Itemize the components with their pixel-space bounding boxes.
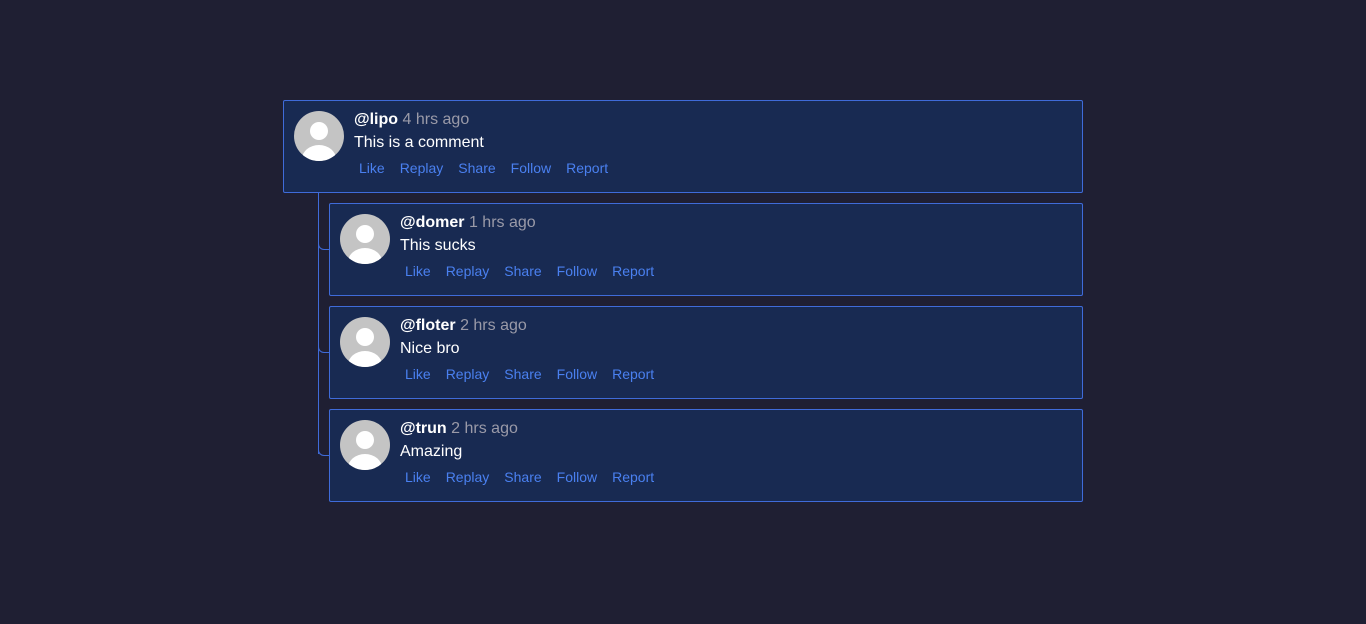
thread-branch-connector <box>318 343 329 353</box>
comment-thread: @lipo 4 hrs ago This is a comment Like R… <box>283 100 1083 502</box>
avatar-icon[interactable] <box>340 420 390 470</box>
timestamp: 4 hrs ago <box>402 111 470 128</box>
comment-actions: Like Replay Share Follow Report <box>400 366 1072 382</box>
share-button[interactable]: Share <box>499 366 546 382</box>
comment-actions: Like Replay Share Follow Report <box>400 263 1072 279</box>
report-button[interactable]: Report <box>561 160 613 176</box>
comment-actions: Like Replay Share Follow Report <box>400 469 1072 485</box>
reply-button[interactable]: Replay <box>395 160 449 176</box>
report-button[interactable]: Report <box>607 263 659 279</box>
username[interactable]: @floter <box>400 317 456 334</box>
like-button[interactable]: Like <box>400 263 436 279</box>
username[interactable]: @trun <box>400 420 447 437</box>
comment-meta: @lipo 4 hrs ago <box>354 111 1072 129</box>
timestamp: 2 hrs ago <box>460 317 527 334</box>
follow-button[interactable]: Follow <box>552 263 602 279</box>
thread-branch-connector <box>318 446 329 456</box>
comment-text: This sucks <box>400 237 476 254</box>
avatar-icon[interactable] <box>340 317 390 367</box>
timestamp: 2 hrs ago <box>451 420 518 437</box>
reply-card: @floter 2 hrs ago Nice bro Like Replay S… <box>329 306 1083 399</box>
share-button[interactable]: Share <box>499 263 546 279</box>
report-button[interactable]: Report <box>607 366 659 382</box>
reply-button[interactable]: Replay <box>441 469 495 485</box>
comment-card: @lipo 4 hrs ago This is a comment Like R… <box>283 100 1083 193</box>
reply-card: @domer 1 hrs ago This sucks Like Replay … <box>329 203 1083 296</box>
follow-button[interactable]: Follow <box>552 469 602 485</box>
thread-connector-line <box>318 192 319 454</box>
avatar-icon[interactable] <box>294 111 344 161</box>
comment-meta: @trun 2 hrs ago <box>400 420 1072 438</box>
username[interactable]: @lipo <box>354 111 398 128</box>
timestamp: 1 hrs ago <box>468 214 536 231</box>
follow-button[interactable]: Follow <box>506 160 556 176</box>
share-button[interactable]: Share <box>499 469 546 485</box>
report-button[interactable]: Report <box>607 469 659 485</box>
reply-button[interactable]: Replay <box>441 263 495 279</box>
thread-branch-connector <box>318 240 329 250</box>
comment-actions: Like Replay Share Follow Report <box>354 160 1072 176</box>
username[interactable]: @domer <box>400 214 465 231</box>
comment-meta: @domer 1 hrs ago <box>400 214 1072 232</box>
reply-button[interactable]: Replay <box>441 366 495 382</box>
reply-card: @trun 2 hrs ago Amazing Like Replay Shar… <box>329 409 1083 502</box>
like-button[interactable]: Like <box>400 366 436 382</box>
comment-text: Nice bro <box>400 340 460 357</box>
follow-button[interactable]: Follow <box>552 366 602 382</box>
like-button[interactable]: Like <box>354 160 390 176</box>
comment-meta: @floter 2 hrs ago <box>400 317 1072 335</box>
like-button[interactable]: Like <box>400 469 436 485</box>
comment-text: This is a comment <box>354 134 484 151</box>
comment-text: Amazing <box>400 443 463 460</box>
share-button[interactable]: Share <box>453 160 500 176</box>
avatar-icon[interactable] <box>340 214 390 264</box>
